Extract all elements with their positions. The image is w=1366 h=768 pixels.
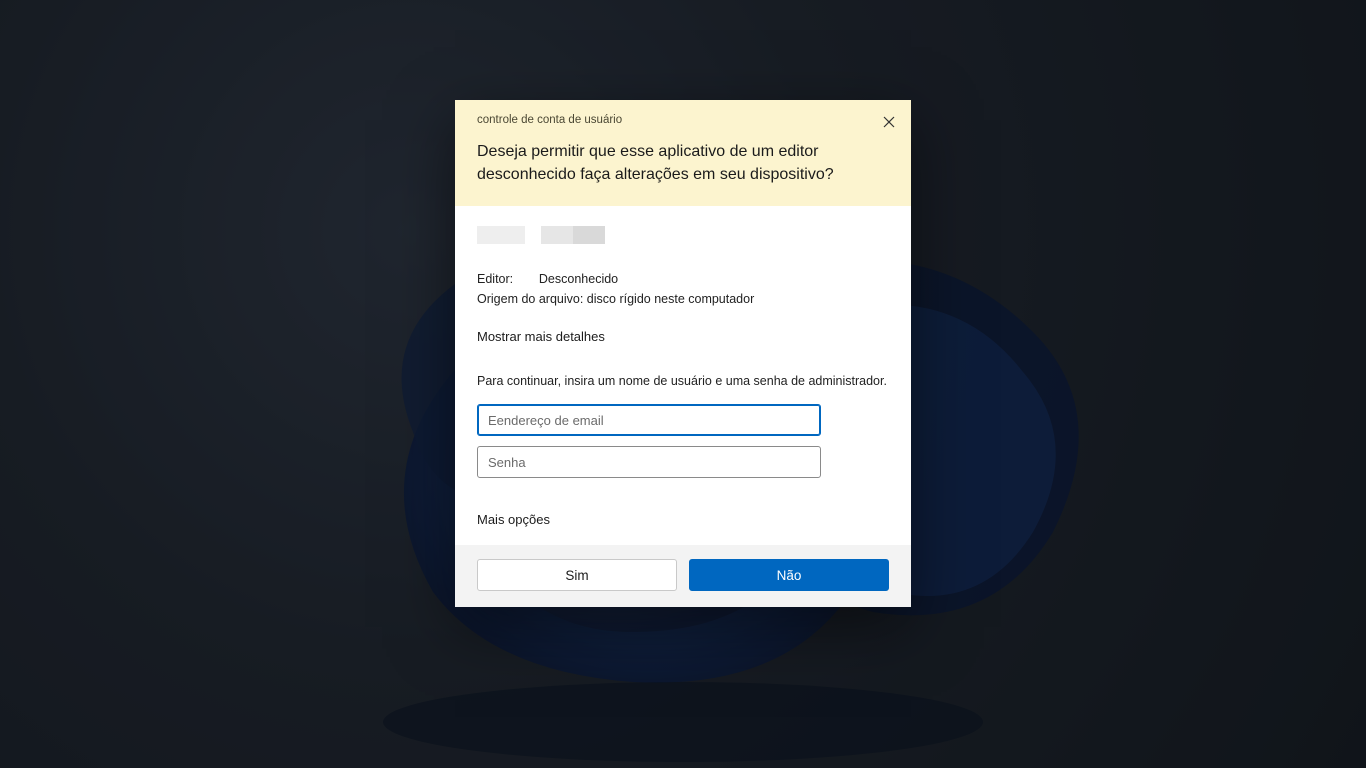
password-field[interactable]: [477, 446, 821, 478]
file-origin-line: Origem do arquivo: disco rígido neste co…: [477, 290, 889, 309]
origin-label: Origem do arquivo:: [477, 292, 583, 306]
origin-value: disco rígido neste computador: [587, 292, 754, 306]
publisher-label: Editor:: [477, 270, 525, 289]
publisher-value: Desconhecido: [539, 272, 618, 286]
desktop-background: controle de conta de usuário Deseja perm…: [0, 0, 1366, 768]
more-options-link[interactable]: Mais opções: [477, 512, 550, 531]
app-info-redacted: [477, 226, 889, 244]
redacted-block: [541, 226, 605, 244]
yes-button[interactable]: Sim: [477, 559, 677, 591]
dialog-question: Deseja permitir que esse aplicativo de u…: [477, 140, 889, 186]
show-more-details-link[interactable]: Mostrar mais detalhes: [477, 329, 605, 344]
dialog-title: controle de conta de usuário: [477, 114, 889, 126]
dialog-header: controle de conta de usuário Deseja perm…: [455, 100, 911, 206]
close-button[interactable]: [875, 108, 903, 136]
dialog-body: Editor: Desconhecido Origem do arquivo: …: [455, 206, 911, 545]
close-icon: [883, 116, 895, 128]
no-button[interactable]: Não: [689, 559, 889, 591]
uac-dialog: controle de conta de usuário Deseja perm…: [455, 100, 911, 607]
credential-instruction: Para continuar, insira um nome de usuári…: [477, 374, 889, 388]
redacted-block: [477, 226, 525, 244]
dialog-footer: Sim Não: [455, 545, 911, 607]
email-field[interactable]: [477, 404, 821, 436]
publisher-line: Editor: Desconhecido: [477, 270, 889, 289]
